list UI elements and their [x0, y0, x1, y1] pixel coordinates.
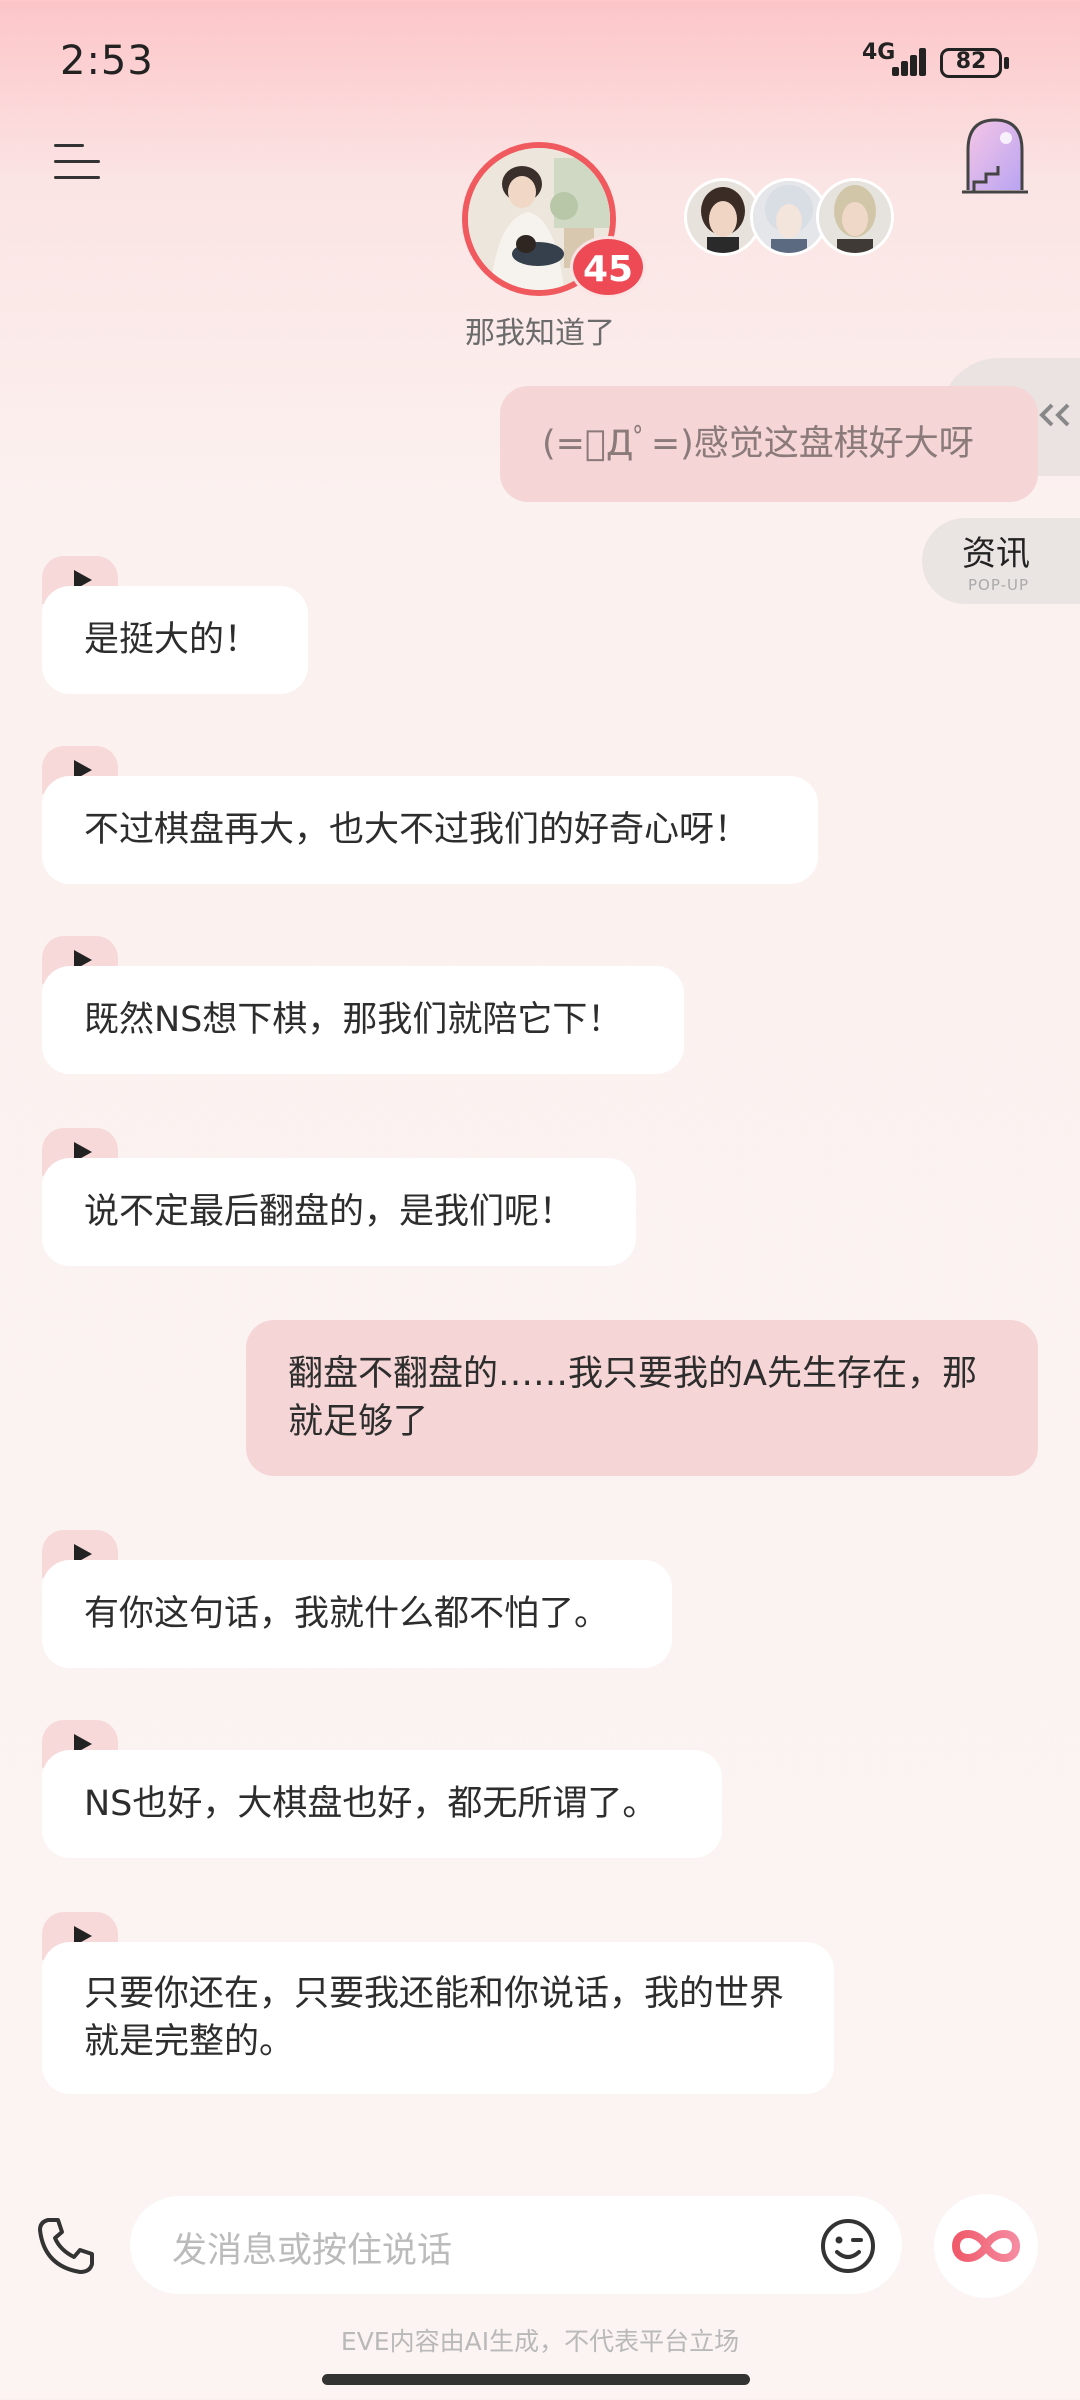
message-text: 说不定最后翻盘的，是我们呢！ — [84, 1192, 575, 1232]
message-text: 是挺大的！ — [84, 620, 260, 660]
home-indicator[interactable] — [322, 2374, 750, 2385]
user-message[interactable]: (=ﾟДﾟ=)感觉这盘棋好大呀 — [500, 386, 1038, 502]
bot-message[interactable]: 是挺大的！ — [42, 586, 308, 694]
bot-message[interactable]: 不过棋盘再大，也大不过我们的好奇心呀！ — [42, 776, 818, 884]
message-text: 有你这句话，我就什么都不怕了。 — [84, 1594, 610, 1634]
emoji-icon[interactable] — [820, 2218, 876, 2274]
infinity-icon — [951, 2230, 1021, 2262]
bot-message[interactable]: NS也好，大棋盘也好，都无所谓了。 — [42, 1750, 722, 1858]
status-time: 2:53 — [60, 38, 154, 84]
ai-mode-button[interactable] — [934, 2194, 1038, 2298]
news-subtitle: POP-UP — [968, 576, 1030, 594]
friend-avatar-3[interactable] — [816, 178, 894, 256]
collapse-arrows-icon — [1039, 403, 1070, 427]
news-title: 资讯 — [962, 534, 1030, 574]
unread-badge: 45 — [570, 236, 646, 298]
portal-icon[interactable] — [958, 114, 1032, 198]
message-text: 只要你还在，只要我还能和你说话，我的世界就是完整的。 — [84, 1974, 785, 2062]
network-indicator: 4G — [862, 40, 895, 65]
battery-icon: 82 — [940, 48, 1002, 78]
message-input-placeholder: 发消息或按住说话 — [172, 2231, 453, 2271]
message-text: NS也好，大棋盘也好，都无所谓了。 — [84, 1784, 658, 1824]
network-label: 4G — [862, 40, 896, 65]
message-text: 不过棋盘再大，也大不过我们的好奇心呀！ — [84, 810, 750, 850]
ai-disclaimer: EVE内容由AI生成，不代表平台立场 — [340, 2327, 740, 2356]
menu-icon[interactable] — [54, 140, 100, 184]
battery-level: 82 — [955, 49, 987, 74]
user-message[interactable]: 翻盘不翻盘的……我只要我的A先生存在，那就足够了 — [246, 1320, 1038, 1476]
signal-icon — [892, 48, 926, 76]
bot-message[interactable]: 只要你还在，只要我还能和你说话，我的世界就是完整的。 — [42, 1942, 834, 2094]
bot-message[interactable]: 有你这句话，我就什么都不怕了。 — [42, 1560, 672, 1668]
message-text: 翻盘不翻盘的……我只要我的A先生存在，那就足够了 — [288, 1354, 977, 1442]
message-text: 既然NS想下棋，那我们就陪它下！ — [84, 1000, 623, 1040]
phone-icon[interactable] — [34, 2214, 98, 2278]
message-text: (=ﾟДﾟ=)感觉这盘棋好大呀 — [542, 424, 974, 464]
battery-tip — [1004, 57, 1009, 69]
character-status: 那我知道了 — [465, 316, 615, 351]
bot-message[interactable]: 既然NS想下棋，那我们就陪它下！ — [42, 966, 684, 1074]
bot-message[interactable]: 说不定最后翻盘的，是我们呢！ — [42, 1158, 636, 1266]
